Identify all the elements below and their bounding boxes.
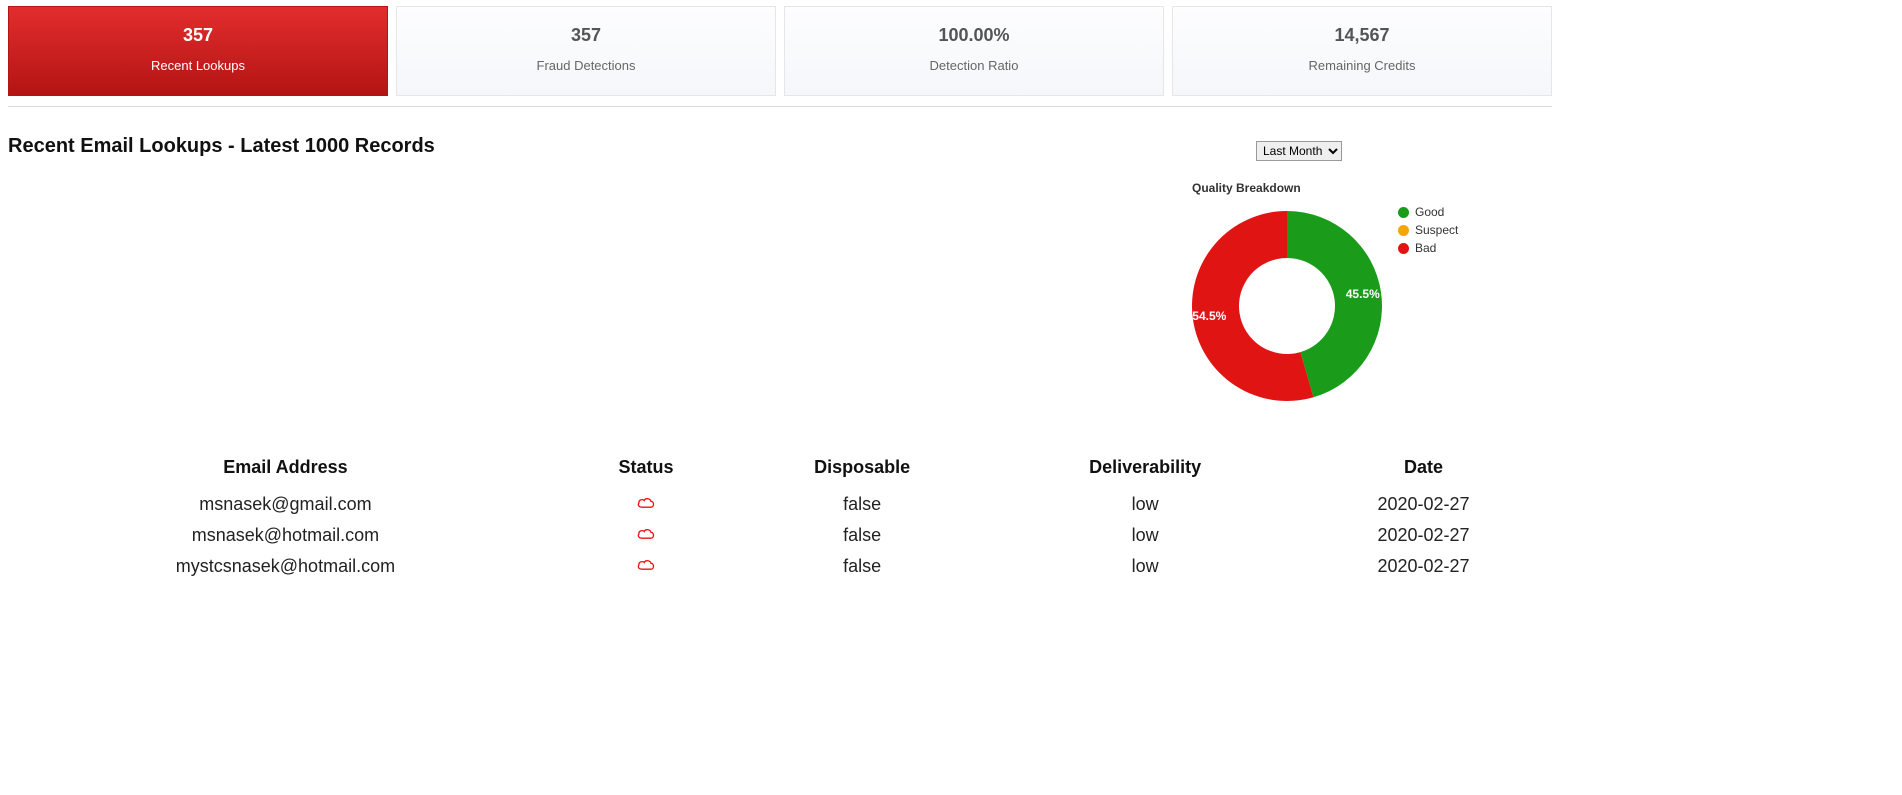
cloud-alert-icon	[636, 494, 656, 514]
cell-deliverability: low	[995, 490, 1295, 519]
stat-value: 14,567	[1183, 25, 1541, 46]
stat-label: Remaining Credits	[1183, 58, 1541, 73]
lookups-table: Email AddressStatusDisposableDeliverabil…	[8, 451, 1552, 583]
table-row: msnasek@gmail.com falselow2020-02-27	[10, 490, 1550, 519]
cell-status	[563, 490, 729, 519]
legend-label: Bad	[1415, 241, 1436, 255]
stat-card-fraud-detections[interactable]: 357 Fraud Detections	[396, 6, 776, 96]
date-range-select[interactable]: Last Month	[1256, 141, 1342, 161]
col-header: Date	[1297, 453, 1550, 488]
cell-deliverability: low	[995, 521, 1295, 550]
cell-date: 2020-02-27	[1297, 521, 1550, 550]
stat-value: 100.00%	[795, 25, 1153, 46]
col-header: Email Address	[10, 453, 561, 488]
stat-card-recent-lookups[interactable]: 357 Recent Lookups	[8, 6, 388, 96]
legend-item-good: Good	[1398, 205, 1458, 219]
cell-status	[563, 521, 729, 550]
donut-label-bad: 54.5%	[1192, 309, 1226, 323]
cell-email: msnasek@hotmail.com	[10, 521, 561, 550]
stat-value: 357	[407, 25, 765, 46]
legend-item-bad: Bad	[1398, 241, 1458, 255]
legend-swatch	[1398, 225, 1409, 236]
legend-swatch	[1398, 243, 1409, 254]
quality-breakdown-chart: Quality Breakdown 45.5% 54.5% Good Suspect…	[1182, 181, 1552, 411]
table-row: msnasek@hotmail.com falselow2020-02-27	[10, 521, 1550, 550]
legend-label: Suspect	[1415, 223, 1458, 237]
col-header: Deliverability	[995, 453, 1295, 488]
cell-status	[563, 552, 729, 581]
col-header: Status	[563, 453, 729, 488]
cloud-alert-icon	[636, 556, 656, 576]
cell-date: 2020-02-27	[1297, 552, 1550, 581]
donut-label-good: 45.5%	[1346, 287, 1380, 301]
col-header: Disposable	[731, 453, 993, 488]
stat-value: 357	[19, 25, 377, 46]
cell-email: msnasek@gmail.com	[10, 490, 561, 519]
cell-disposable: false	[731, 490, 993, 519]
stat-card-detection-ratio[interactable]: 100.00% Detection Ratio	[784, 6, 1164, 96]
table-row: mystcsnasek@hotmail.com falselow2020-02-2…	[10, 552, 1550, 581]
cloud-alert-icon	[636, 525, 656, 545]
cell-disposable: false	[731, 552, 993, 581]
cell-date: 2020-02-27	[1297, 490, 1550, 519]
stat-label: Detection Ratio	[795, 58, 1153, 73]
legend-label: Good	[1415, 205, 1444, 219]
cell-deliverability: low	[995, 552, 1295, 581]
cell-disposable: false	[731, 521, 993, 550]
cell-email: mystcsnasek@hotmail.com	[10, 552, 561, 581]
stat-card-remaining-credits[interactable]: 14,567 Remaining Credits	[1172, 6, 1552, 96]
stat-label: Fraud Detections	[407, 58, 765, 73]
stat-label: Recent Lookups	[19, 58, 377, 73]
legend-item-suspect: Suspect	[1398, 223, 1458, 237]
section-title: Recent Email Lookups - Latest 1000 Recor…	[8, 135, 1256, 158]
chart-title: Quality Breakdown	[1192, 181, 1552, 195]
legend-swatch	[1398, 207, 1409, 218]
